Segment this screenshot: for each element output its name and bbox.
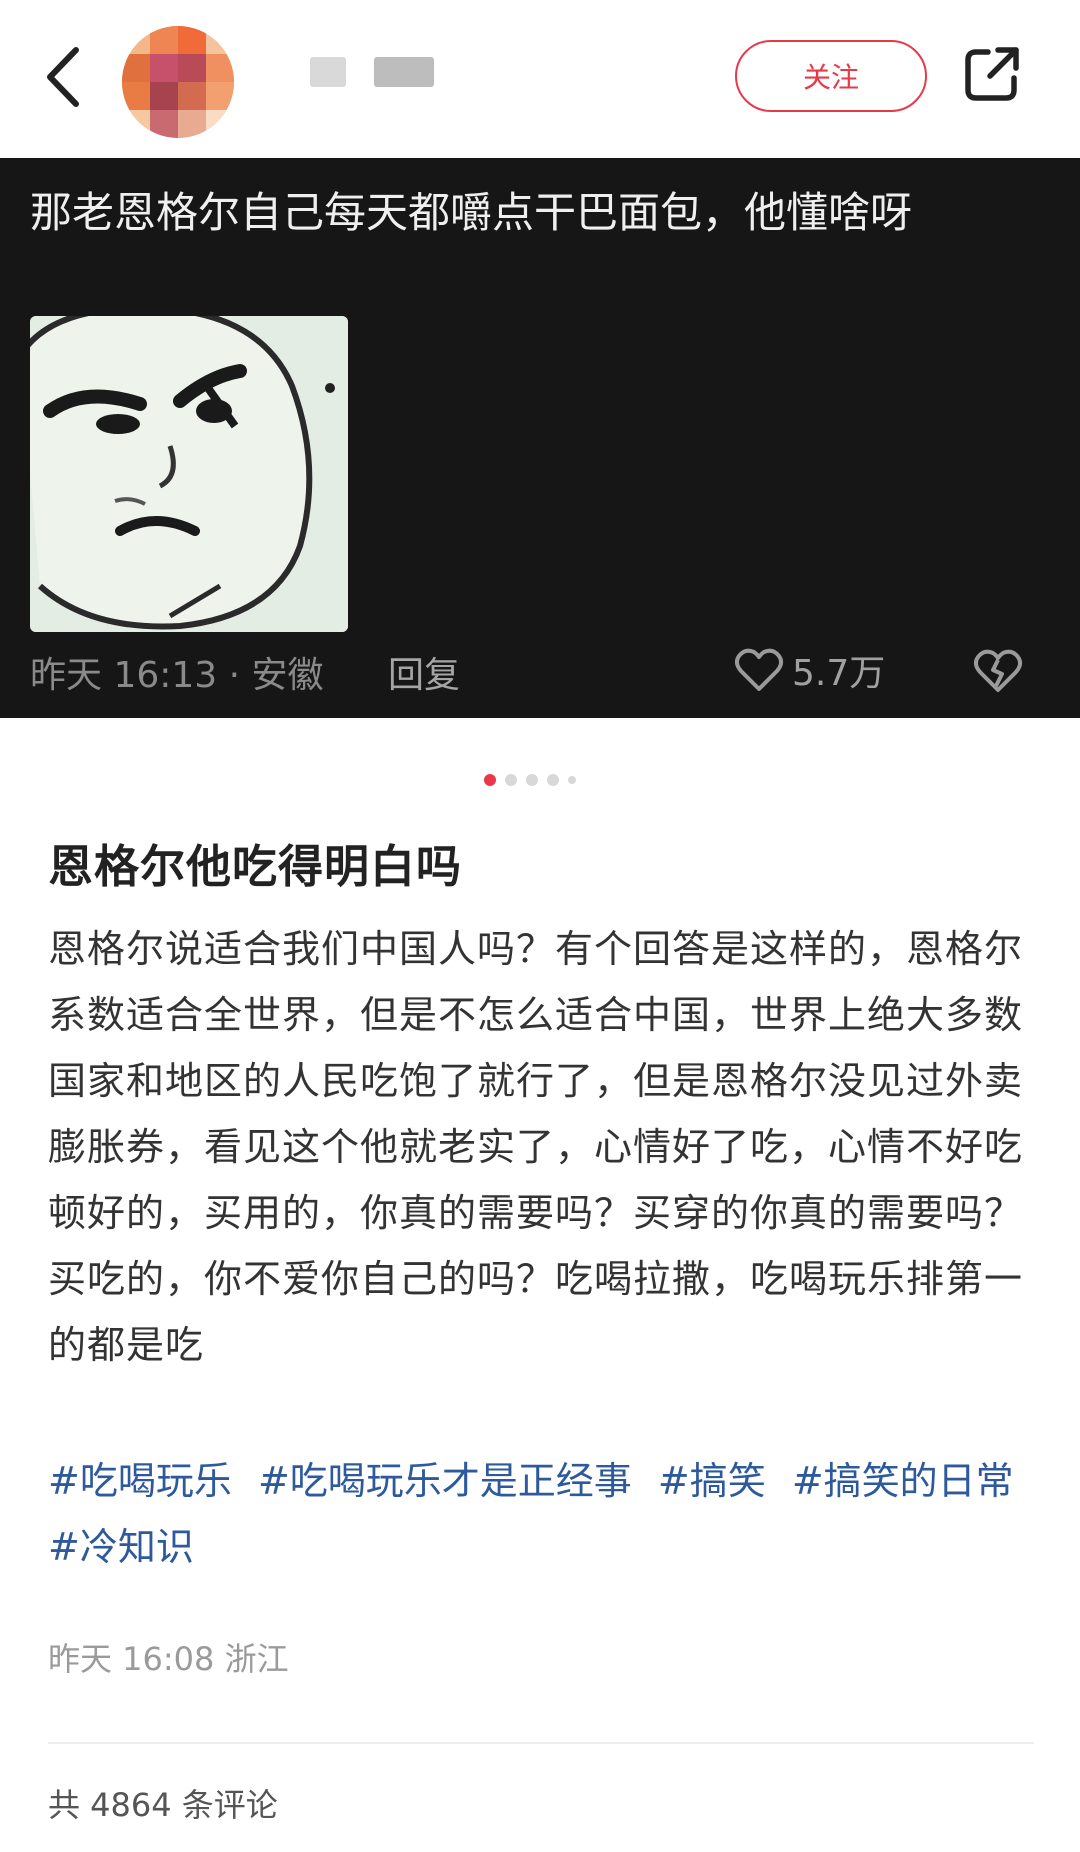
hashtag[interactable]: #搞笑 <box>658 1459 766 1503</box>
top-bar: 关注 <box>0 0 1080 158</box>
pager-dot <box>484 774 496 786</box>
hashtag[interactable]: #搞笑的日常 <box>792 1459 1014 1503</box>
meme-image <box>30 316 348 632</box>
like-button[interactable]: 5.7万 <box>734 644 885 696</box>
reply-button[interactable]: 回复 <box>388 646 460 698</box>
pager-dot <box>568 776 576 784</box>
post-body: 恩格尔说适合我们中国人吗？有个回答是这样的，恩格尔系数适合全世界，但是不怎么适合… <box>48 927 1024 1367</box>
like-count: 5.7万 <box>792 653 886 694</box>
image-pager <box>484 774 576 786</box>
post-image[interactable]: 那老恩格尔自己每天都嚼点干巴面包，他懂啥呀 昨天 16:13 · 安徽 回复 5… <box>0 158 1080 718</box>
follow-button[interactable]: 关注 <box>735 40 927 112</box>
username-redacted <box>310 52 434 92</box>
chevron-left-icon <box>47 47 79 107</box>
post-timestamp: 昨天 16:08 浙江 <box>48 1640 289 1678</box>
divider <box>48 1742 1034 1744</box>
hashtag[interactable]: #冷知识 <box>48 1525 194 1569</box>
comment-count: 共 4864 条评论 <box>48 1786 278 1824</box>
avatar[interactable] <box>122 26 234 138</box>
hashtag-list: #吃喝玩乐 #吃喝玩乐才是正经事 #搞笑 #搞笑的日常 #冷知识 <box>48 1448 1048 1580</box>
post-title: 恩格尔他吃得明白吗 <box>48 840 463 893</box>
hashtag[interactable]: #吃喝玩乐才是正经事 <box>258 1459 632 1503</box>
share-button[interactable] <box>962 44 1022 104</box>
share-external-icon <box>965 47 1019 101</box>
pager-dot <box>526 774 538 786</box>
pager-dot <box>505 774 517 786</box>
heart-outline-icon <box>734 648 784 691</box>
comment-text: 那老恩格尔自己每天都嚼点干巴面包，他懂啥呀 <box>30 188 913 237</box>
broken-heart-icon <box>973 649 1023 692</box>
hashtag[interactable]: #吃喝玩乐 <box>48 1459 232 1503</box>
dislike-button[interactable] <box>972 648 1024 694</box>
back-button[interactable] <box>38 42 90 112</box>
comment-timestamp: 昨天 16:13 · 安徽 <box>30 655 324 696</box>
pager-dot <box>547 774 559 786</box>
